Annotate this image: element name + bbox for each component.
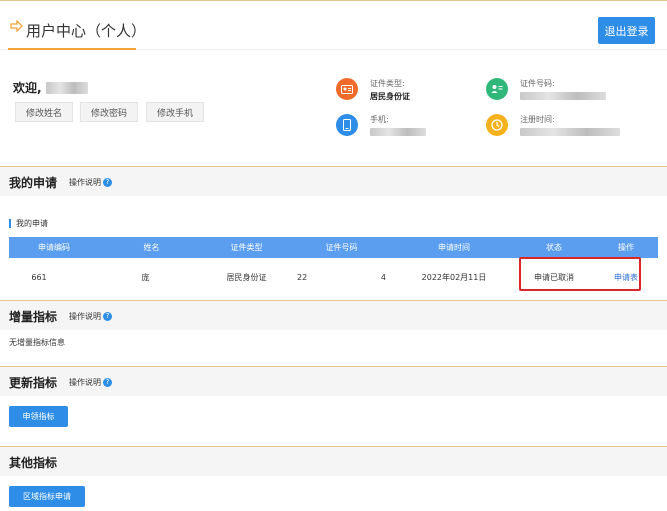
question-icon: ? [103, 378, 112, 387]
id-card-icon [336, 78, 358, 100]
column-header: 证件号码 [325, 243, 358, 252]
name-value: 庞 [141, 272, 150, 282]
column-header: 证件类型 [230, 243, 263, 252]
section-other: 其他指标 [0, 446, 667, 476]
help-label: 操作说明 [69, 312, 101, 321]
section-title: 其他指标 [9, 456, 58, 470]
welcome-label: 欢迎, [13, 81, 42, 95]
code-value: 661 [31, 272, 47, 282]
profile-panel: 欢迎, 修改姓名 修改密码 修改手机 证件类型: 居民身份证 证件号码: 手机:… [0, 52, 667, 164]
cell-time: 2022年02月11日 [421, 272, 487, 282]
claim-indicator-button[interactable]: 申领指标 [9, 406, 68, 427]
column-header: 状态 [546, 243, 562, 252]
phone-label: 手机: [370, 115, 389, 124]
id-number-redacted [520, 92, 606, 100]
edit-name-button[interactable]: 修改姓名 [15, 102, 73, 122]
id-number-label: 证件号码: [520, 79, 555, 88]
contact-icon [486, 78, 508, 100]
page-header: 用户中心（个人） 退出登录 [0, 0, 667, 50]
register-time-label: 注册时间: [520, 115, 555, 124]
register-time-redacted [520, 128, 620, 136]
cell-name: 庞 [99, 258, 204, 296]
section-title: 增量指标 [9, 310, 58, 324]
page-title: 用户中心（个人） [26, 22, 147, 40]
welcome-text: 欢迎, [13, 79, 88, 96]
help-link[interactable]: 操作说明 ? [69, 311, 112, 322]
section-update: 更新指标 操作说明 ? [0, 366, 667, 396]
section-increment: 增量指标 操作说明 ? [0, 300, 667, 330]
highlight-box [519, 257, 641, 291]
column-header: 姓名 [143, 243, 160, 252]
edit-phone-button[interactable]: 修改手机 [146, 102, 204, 122]
cell-id-type: 居民身份证 [226, 272, 267, 282]
column-header: 申请编码 [38, 243, 70, 252]
cell-code: 661 [9, 258, 99, 296]
arrow-right-icon [10, 19, 24, 33]
username-redacted [45, 81, 88, 94]
table-header: 申请编码 姓名 证件类型 证件号码 申请时间 状态 操作 [9, 237, 658, 258]
section-my-applications: 我的申请 操作说明 ? [0, 166, 667, 196]
help-label: 操作说明 [69, 178, 101, 187]
edit-password-button[interactable]: 修改密码 [80, 102, 138, 122]
question-icon: ? [103, 178, 112, 187]
id-number-end: 4 [380, 272, 386, 282]
id-type-label: 证件类型: [370, 79, 405, 88]
help-label: 操作说明 [69, 378, 101, 387]
column-header: 操作 [618, 243, 634, 252]
question-icon: ? [103, 312, 112, 321]
help-link[interactable]: 操作说明 ? [69, 377, 112, 388]
column-header: 申请时间 [438, 243, 470, 252]
logout-button[interactable]: 退出登录 [598, 17, 655, 44]
phone-icon [336, 114, 358, 136]
regional-indicator-button[interactable]: 区域指标申请 [9, 486, 85, 507]
no-increment-text: 无增量指标信息 [9, 338, 65, 347]
id-number-start: 22 [297, 272, 308, 282]
title-underline [8, 48, 136, 50]
help-link[interactable]: 操作说明 ? [69, 177, 112, 188]
id-type-value: 居民身份证 [370, 92, 410, 101]
section-title: 更新指标 [9, 376, 58, 390]
cell-id-number: 22 4 [289, 258, 394, 296]
clock-icon [486, 114, 508, 136]
phone-redacted [370, 128, 426, 136]
section-title: 我的申请 [9, 176, 58, 190]
applications-subtitle: 我的申请 [9, 219, 48, 228]
